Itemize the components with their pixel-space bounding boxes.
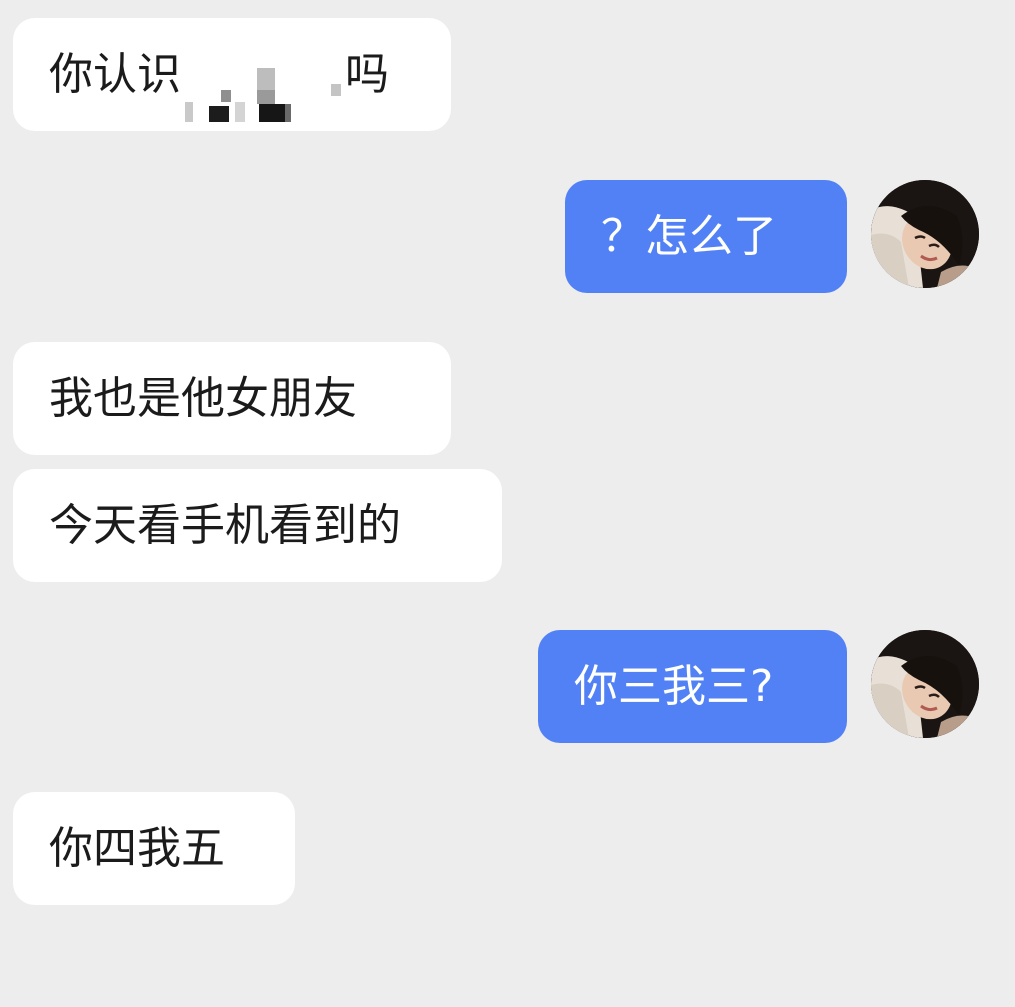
message-bubble-outgoing[interactable]: ？怎么了 (565, 180, 847, 293)
message-text-prefix: 你认识 (49, 49, 181, 100)
message-text: ？怎么了 (601, 211, 777, 262)
message-text: 你三我三? (574, 661, 774, 712)
user-avatar-icon[interactable] (871, 630, 979, 738)
mosaic-redaction-icon (185, 18, 343, 131)
message-bubble-incoming[interactable]: 今天看手机看到的 (13, 469, 502, 582)
message-bubble-incoming[interactable]: 你认识 吗 (13, 18, 451, 131)
message-text: 我也是他女朋友 (49, 373, 357, 424)
message-text-suffix: 吗 (345, 49, 389, 100)
user-avatar-icon[interactable] (871, 180, 979, 288)
message-text: 今天看手机看到的 (49, 500, 401, 551)
message-bubble-outgoing[interactable]: 你三我三? (538, 630, 847, 743)
message-bubble-incoming[interactable]: 你四我五 (13, 792, 295, 905)
message-text: 你四我五 (49, 823, 225, 874)
message-bubble-incoming[interactable]: 我也是他女朋友 (13, 342, 451, 455)
